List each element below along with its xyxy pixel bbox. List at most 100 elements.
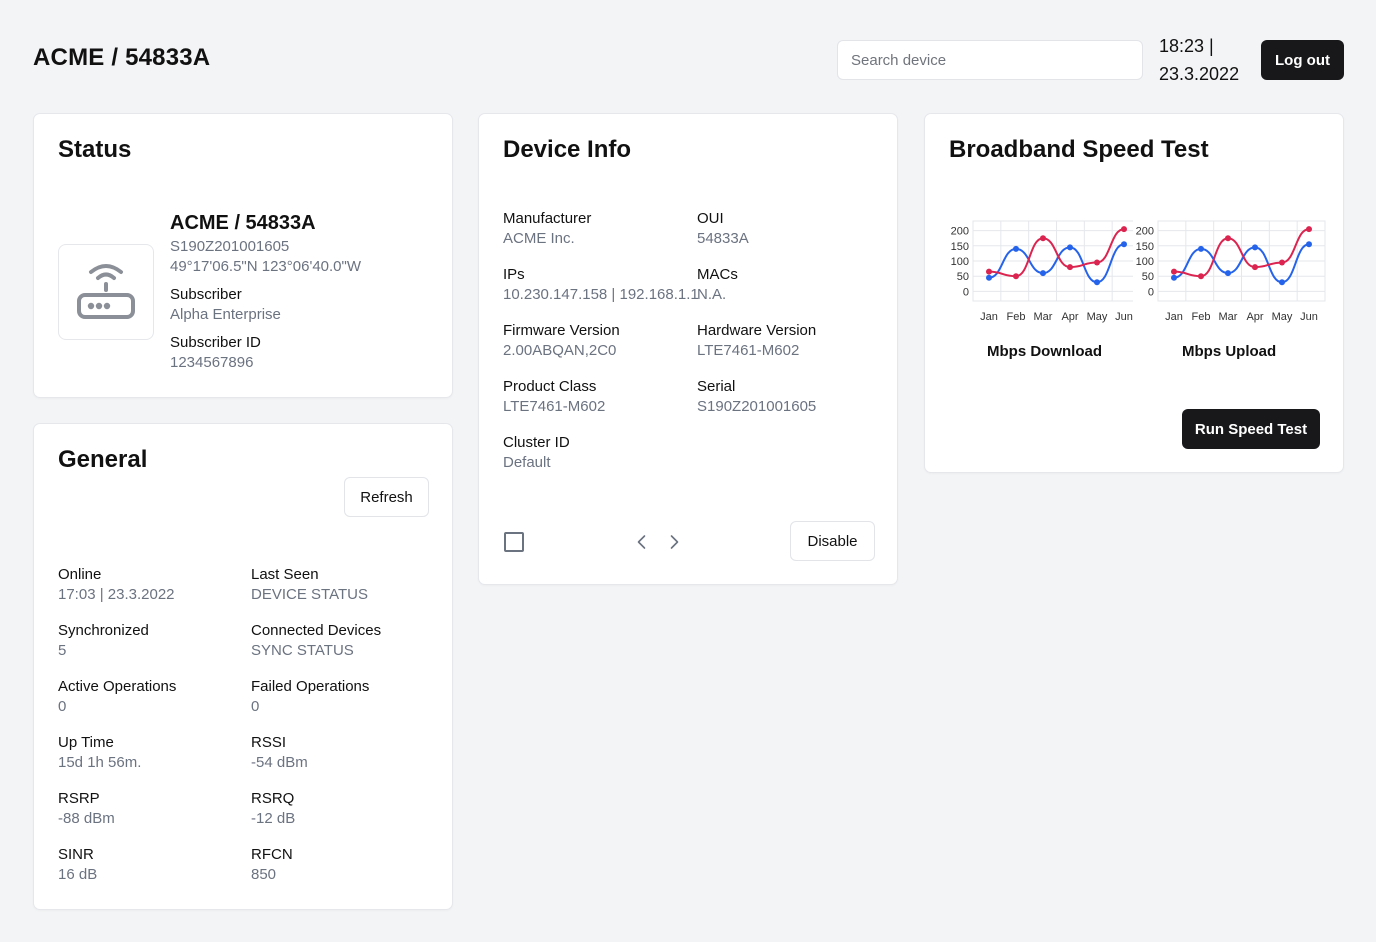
- x-tick-label: Apr: [1061, 311, 1078, 323]
- status-title: Status: [58, 136, 132, 163]
- field-label: RFCN: [251, 846, 293, 863]
- x-tick-label: Mar: [1219, 311, 1238, 323]
- field-value: DEVICE STATUS: [251, 586, 368, 603]
- data-point: [1171, 274, 1177, 281]
- router-icon: [77, 264, 135, 319]
- field-label: Failed Operations: [251, 678, 370, 695]
- field-manufacturer: Manufacturer ACME Inc.: [503, 209, 591, 249]
- field-label: SINR: [58, 846, 94, 863]
- y-tick-label: 200: [951, 226, 969, 238]
- data-point: [1306, 226, 1312, 233]
- data-point: [1013, 245, 1019, 252]
- field-label: Serial: [697, 378, 736, 395]
- field-up-time: Up Time 15d 1h 56m.: [58, 733, 141, 773]
- download-chart: 200150100500Jan Feb Mar Apr May Jun: [951, 220, 1133, 323]
- subscriber-id-value: 1234567896: [170, 354, 254, 371]
- field-label: RSRP: [58, 790, 100, 807]
- logout-button[interactable]: Log out: [1261, 40, 1344, 80]
- upload-chart-caption: Mbps Upload: [1182, 343, 1277, 360]
- field-rssi: RSSI -54 dBm: [251, 733, 308, 773]
- x-tick-label: Apr: [1246, 311, 1263, 323]
- field-label: Synchronized: [58, 622, 149, 639]
- field-value: 850: [251, 866, 277, 883]
- data-point: [1067, 244, 1073, 251]
- y-tick-label: 50: [1142, 271, 1154, 283]
- data-point: [1279, 279, 1285, 286]
- refresh-button[interactable]: Refresh: [344, 477, 429, 517]
- field-active-operations: Active Operations 0: [58, 677, 176, 717]
- data-point: [1225, 270, 1231, 277]
- field-label: Firmware Version: [503, 322, 620, 339]
- status-details: S190Z201001605 49°17'06.5"N 123°06'40.0"…: [170, 237, 361, 373]
- field-label: Cluster ID: [503, 434, 570, 451]
- y-tick-label: 150: [951, 241, 969, 253]
- field-value: 54833A: [697, 230, 749, 247]
- data-point: [1198, 245, 1204, 252]
- field-sinr: SINR 16 dB: [58, 845, 97, 885]
- field-value: 5: [58, 642, 67, 659]
- y-tick-label: 100: [951, 256, 969, 268]
- data-point: [1121, 241, 1127, 248]
- field-value: 2.00ABQAN,2C0: [503, 342, 617, 359]
- x-tick-label: May: [1087, 311, 1108, 323]
- field-label: Online: [58, 566, 102, 583]
- subscriber-value: Alpha Enterprise: [170, 306, 281, 323]
- device-name: ACME / 54833A: [170, 212, 316, 234]
- field-value: N.A.: [697, 286, 727, 303]
- data-point: [1040, 235, 1046, 242]
- data-point: [1225, 235, 1231, 242]
- search-input[interactable]: [837, 40, 1143, 80]
- data-point: [1094, 259, 1100, 266]
- speed-test-card: Broadband Speed Test 200 150 100 50 0 Jan Feb M…: [924, 113, 1344, 473]
- field-product-class: Product Class LTE7461-M602: [503, 377, 605, 417]
- disable-button[interactable]: Disable: [790, 521, 875, 561]
- chevron-left-icon[interactable]: [632, 532, 652, 552]
- y-tick-label: 150: [1136, 241, 1154, 253]
- data-point: [1252, 244, 1258, 251]
- field-label: MACs: [697, 266, 738, 283]
- field-label: Up Time: [58, 734, 114, 751]
- current-date: 23.3.2022: [1159, 64, 1240, 84]
- field-label: Hardware Version: [697, 322, 817, 339]
- field-synchronized: Synchronized 5: [58, 621, 149, 661]
- x-tick-label: Feb: [1007, 311, 1026, 323]
- field-oui: OUI 54833A: [697, 209, 749, 249]
- field-firmware-version: Firmware Version 2.00ABQAN,2C0: [503, 321, 620, 361]
- general-card: General Refresh Online 17:03 | 23.3.2022…: [33, 423, 453, 910]
- field-value: Default: [503, 454, 551, 471]
- field-label: RSSI: [251, 734, 287, 751]
- y-tick-label: 100: [1136, 256, 1154, 268]
- field-macs: MACs N.A.: [697, 265, 738, 305]
- field-value: -12 dB: [251, 810, 296, 827]
- field-label: RSRQ: [251, 790, 295, 807]
- device-info-title: Device Info: [503, 136, 632, 163]
- y-tick-label: 200: [1136, 226, 1154, 238]
- router-icon-box: [58, 244, 154, 340]
- status-card: Status ACME / 54833A S190Z201001605 49°1…: [33, 113, 453, 398]
- field-value: 17:03 | 23.3.2022: [58, 586, 175, 603]
- field-label: Manufacturer: [503, 210, 592, 227]
- field-value: -54 dBm: [251, 754, 308, 771]
- x-tick-label: Feb: [1192, 311, 1211, 323]
- page-title: ACME / 54833A: [33, 44, 211, 71]
- chevron-right-icon[interactable]: [664, 532, 684, 552]
- speed-test-title: Broadband Speed Test: [949, 136, 1209, 163]
- data-point: [1013, 273, 1019, 280]
- field-value: S190Z201001605: [697, 398, 817, 415]
- field-connected-devices: Connected Devices SYNC STATUS: [251, 621, 381, 661]
- field-value: 16 dB: [58, 866, 98, 883]
- x-tick-label: Mar: [1034, 311, 1053, 323]
- field-failed-operations: Failed Operations 0: [251, 677, 369, 717]
- select-checkbox[interactable]: [504, 532, 524, 552]
- x-tick-label: Jun: [1300, 311, 1318, 323]
- subscriber-id-label: Subscriber ID: [170, 334, 261, 351]
- field-value: SYNC STATUS: [251, 642, 354, 659]
- data-point: [1121, 226, 1127, 233]
- field-label: OUI: [697, 210, 724, 227]
- field-rsrp: RSRP -88 dBm: [58, 789, 115, 829]
- field-label: IPs: [503, 266, 525, 283]
- general-title: General: [58, 446, 148, 473]
- run-speed-test-button[interactable]: Run Speed Test: [1182, 409, 1320, 449]
- data-point: [1067, 264, 1073, 271]
- field-label: Connected Devices: [251, 622, 382, 639]
